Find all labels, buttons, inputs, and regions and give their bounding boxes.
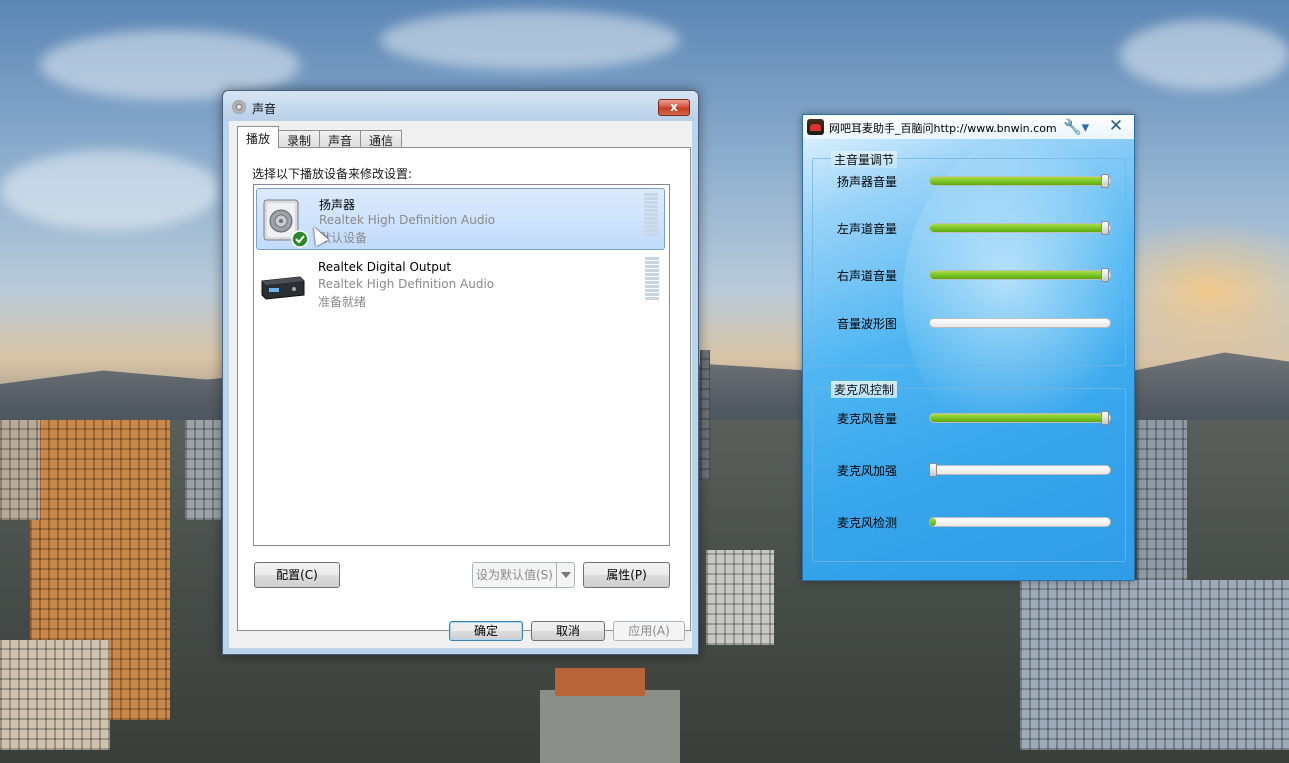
speaker-volume-label: 扬声器音量 xyxy=(837,175,898,189)
mic-detect-bar xyxy=(929,517,1111,527)
window-title: 网吧耳麦助手_百脑问http://www.bnwin.com xyxy=(829,122,1057,135)
group-title: 主音量调节 xyxy=(831,151,898,168)
right-channel-label: 右声道音量 xyxy=(837,269,898,283)
mic-detect-label: 麦克风检测 xyxy=(837,516,898,530)
slider-fill xyxy=(930,414,1106,422)
volume-waveform-label: 音量波形图 xyxy=(837,317,898,331)
slider-fill xyxy=(930,518,936,526)
device-name: 扬声器 xyxy=(319,198,356,212)
headset-helper-window: 网吧耳麦助手_百脑问http://www.bnwin.com 🔧▾ ✕ 主音量调… xyxy=(802,114,1135,581)
playback-panel: 选择以下播放设备来修改设置: 扬声器 Realtek High Definiti… xyxy=(237,147,691,631)
building xyxy=(0,420,40,520)
slider-fill xyxy=(930,177,1106,185)
microphone-group: 麦克风控制 麦克风音量 麦克风加强 麦克风检测 xyxy=(812,381,1126,562)
volume-waveform-bar xyxy=(929,318,1111,328)
tab-strip: 播放 录制 声音 通信 xyxy=(237,126,403,148)
slider-thumb[interactable] xyxy=(1101,174,1109,188)
properties-button[interactable]: 属性(P) xyxy=(583,562,670,588)
check-badge-icon xyxy=(291,230,309,248)
level-meter xyxy=(645,257,659,301)
set-default-button[interactable]: 设为默认值(S) xyxy=(472,562,575,588)
building xyxy=(706,550,774,645)
dialog-body: 播放 录制 声音 通信 选择以下播放设备来修改设置: 扬声器 Realtek H… xyxy=(229,121,692,648)
building xyxy=(555,668,645,696)
slider-thumb[interactable] xyxy=(1101,221,1109,235)
digital-output-icon xyxy=(261,276,305,300)
slider-fill xyxy=(930,224,1106,232)
building xyxy=(1020,580,1289,750)
mic-volume-slider[interactable] xyxy=(929,411,1111,425)
cloud xyxy=(1120,20,1289,90)
plaza xyxy=(540,690,680,763)
apply-button[interactable]: 应用(A) xyxy=(613,621,685,641)
window-title: 声音 xyxy=(252,102,277,116)
slider-fill xyxy=(930,271,1106,279)
cancel-button[interactable]: 取消 xyxy=(531,621,605,641)
left-channel-slider[interactable] xyxy=(929,221,1111,235)
device-status: 准备就绪 xyxy=(318,295,367,309)
level-meter xyxy=(644,193,658,237)
device-name: Realtek Digital Output xyxy=(318,260,452,274)
device-driver: Realtek High Definition Audio xyxy=(319,213,496,227)
app-logo-icon xyxy=(807,119,824,135)
building xyxy=(700,350,710,480)
group-title: 麦克风控制 xyxy=(831,381,898,398)
device-driver: Realtek High Definition Audio xyxy=(318,277,495,291)
close-button[interactable]: x xyxy=(658,99,690,116)
cloud xyxy=(0,150,220,230)
tab-recording[interactable]: 录制 xyxy=(278,130,321,148)
close-icon[interactable]: ✕ xyxy=(1106,116,1126,136)
configure-button[interactable]: 配置(C) xyxy=(254,562,340,588)
building xyxy=(1137,420,1187,600)
wrench-icon[interactable]: 🔧▾ xyxy=(1063,118,1091,136)
slider-thumb[interactable] xyxy=(929,463,937,477)
chevron-down-icon[interactable] xyxy=(556,563,574,587)
device-item-digital-output[interactable]: Realtek Digital Output Realtek High Defi… xyxy=(256,253,665,315)
ok-button[interactable]: 确定 xyxy=(449,621,523,641)
right-channel-slider[interactable] xyxy=(929,268,1111,282)
left-channel-label: 左声道音量 xyxy=(837,222,898,236)
building xyxy=(0,640,110,750)
instruction-text: 选择以下播放设备来修改设置: xyxy=(252,167,413,181)
mic-volume-label: 麦克风音量 xyxy=(837,412,898,426)
slider-thumb[interactable] xyxy=(1101,411,1109,425)
sound-dialog: 声音 x 播放 录制 声音 通信 选择以下播放设备来修改设置: 扬声器 Real… xyxy=(222,90,699,655)
building xyxy=(185,420,221,520)
mic-boost-slider[interactable] xyxy=(929,463,1111,477)
title-bar[interactable]: 声音 x xyxy=(223,91,698,121)
tab-communications[interactable]: 通信 xyxy=(360,130,403,148)
mic-boost-label: 麦克风加强 xyxy=(837,464,898,478)
title-bar[interactable]: 网吧耳麦助手_百脑问http://www.bnwin.com 🔧▾ ✕ xyxy=(803,115,1134,139)
tab-sounds[interactable]: 声音 xyxy=(319,130,362,148)
tab-playback[interactable]: 播放 xyxy=(237,126,280,148)
cloud xyxy=(380,10,680,70)
main-volume-group: 主音量调节 扬声器音量 左声道音量 右声道音量 音量波形图 xyxy=(812,151,1126,366)
speaker-volume-slider[interactable] xyxy=(929,174,1111,188)
set-default-label: 设为默认值(S) xyxy=(476,568,553,582)
slider-thumb[interactable] xyxy=(1101,268,1109,282)
sound-app-icon xyxy=(232,100,246,114)
